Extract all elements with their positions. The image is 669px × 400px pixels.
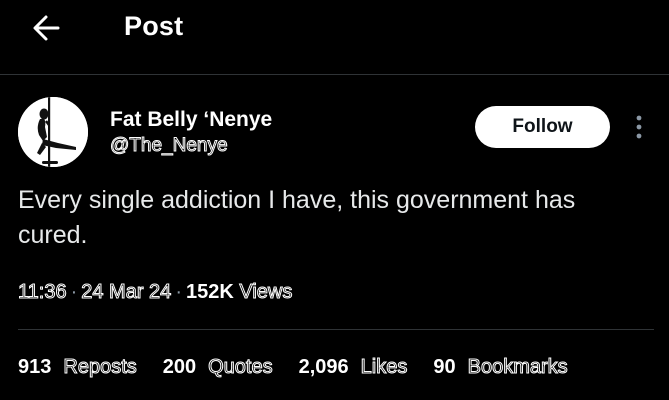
pole-dancer-silhouette-icon — [18, 97, 88, 167]
post-text: Every single addiction I have, this gove… — [18, 186, 576, 249]
more-options-button[interactable] — [628, 112, 650, 142]
arrow-left-icon — [33, 15, 60, 41]
post-meta: 11:36 · 24 Mar 24 · 152K Views — [18, 281, 293, 304]
divider — [18, 329, 654, 330]
bookmarks-label: Bookmarks — [467, 356, 568, 379]
meta-separator: · — [70, 281, 78, 303]
views-label: Views — [239, 281, 293, 304]
post-time[interactable]: 11:36 — [18, 281, 68, 304]
engagement-stats: 913 Reposts 200 Quotes 2,096 Likes 90 Bo… — [18, 356, 594, 379]
reposts-stat[interactable]: 913 Reposts — [18, 356, 137, 379]
quotes-count: 200 — [162, 356, 197, 378]
likes-label: Likes — [360, 356, 408, 379]
meta-separator: · — [175, 281, 182, 303]
more-vertical-icon — [636, 115, 642, 139]
quotes-stat[interactable]: 200 Quotes — [163, 356, 273, 379]
follow-button[interactable]: Follow — [475, 106, 610, 148]
bookmarks-stat[interactable]: 90 Bookmarks — [433, 356, 568, 379]
views-count: 152K — [185, 281, 234, 303]
likes-count: 2,096 — [298, 356, 349, 378]
author-name[interactable]: Fat Belly ‘Nenye — [110, 108, 272, 132]
reposts-count: 913 — [18, 356, 52, 378]
page-title: Post — [124, 11, 184, 41]
post-date[interactable]: 24 Mar 24 — [81, 281, 172, 304]
bookmarks-count: 90 — [433, 356, 456, 378]
likes-stat[interactable]: 2,096 Likes — [299, 356, 408, 379]
quotes-label: Quotes — [208, 356, 273, 379]
author-handle[interactable]: @The_Nenye — [110, 135, 229, 157]
reposts-label: Reposts — [63, 356, 137, 379]
top-bar: Post — [0, 0, 669, 75]
back-button[interactable] — [26, 8, 66, 48]
avatar[interactable] — [18, 97, 88, 167]
